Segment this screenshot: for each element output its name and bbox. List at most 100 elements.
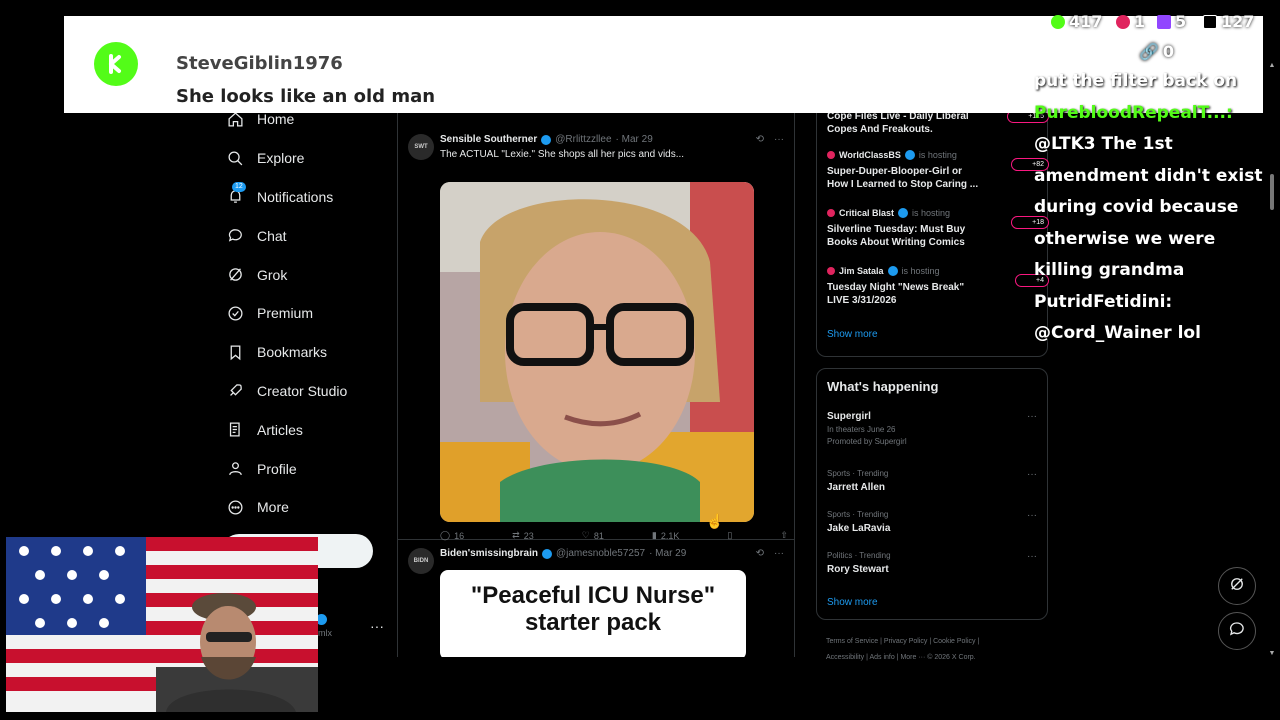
tweet-author-handle[interactable]: @Rrlittzzllee	[555, 134, 611, 145]
nav-chat[interactable]: Chat	[220, 216, 390, 255]
trends-show-more-link[interactable]: Show more	[827, 597, 878, 608]
x-sidebar: Home Explore 12 Notifications Chat Grok …	[220, 100, 390, 527]
bookmark-icon	[226, 343, 244, 361]
live-spaces-panel: Cope Files Live - Daily Liberal Copes An…	[816, 96, 1049, 357]
chat-message: @Cord_Wainer lol	[1034, 323, 1201, 343]
heart-icon: ♡	[581, 530, 590, 540]
host-avatar	[827, 267, 835, 275]
more-icon[interactable]: ···	[1027, 510, 1037, 521]
tweet-date[interactable]: · Mar 29	[616, 134, 653, 145]
twitch-viewer-count: 5	[1157, 12, 1186, 31]
more-icon[interactable]: ···	[1027, 469, 1037, 480]
nav-bookmarks[interactable]: Bookmarks	[220, 333, 390, 372]
space-host: Critical Blast is hosting	[827, 208, 1037, 218]
trend-category: Politics · Trending	[827, 551, 891, 560]
nav-label: Home	[257, 111, 295, 128]
trend-category: Sports · Trending	[827, 469, 889, 478]
views-button[interactable]: ▮ 2.1K	[652, 530, 679, 541]
nav-label: Chat	[257, 227, 287, 244]
nav-label: Articles	[257, 421, 303, 438]
trend-item[interactable]: Sports · Trending Jarrett Allen ···	[827, 469, 1037, 493]
nav-articles[interactable]: Articles	[220, 410, 390, 449]
more-icon[interactable]: ···	[1027, 551, 1037, 562]
nav-creator-studio[interactable]: Creator Studio	[220, 372, 390, 411]
more-icon[interactable]: ···	[774, 134, 784, 145]
search-icon	[226, 149, 244, 167]
person-icon	[226, 460, 244, 478]
verified-icon	[541, 548, 552, 559]
grok-icon[interactable]: ⟲	[756, 548, 764, 559]
trend-name: Rory Stewart	[827, 564, 889, 575]
nav-more[interactable]: More	[220, 488, 390, 527]
space-item[interactable]: Jim Satala is hosting Tuesday Night "News…	[827, 266, 1049, 307]
grok-icon	[1228, 575, 1246, 598]
tweet-date[interactable]: · Mar 29	[649, 548, 686, 559]
nav-explore[interactable]: Explore	[220, 139, 390, 178]
tweet-photo[interactable]	[440, 182, 754, 522]
nav-profile[interactable]: Profile	[220, 449, 390, 488]
tweet-header: Biden'smissingbrain @jamesnoble57257 · M…	[440, 548, 686, 559]
reply-button[interactable]: ◯ 16	[440, 530, 464, 541]
chat-message: @LTK3 The 1st amendment didn't exist dur…	[1034, 134, 1263, 280]
share-button[interactable]: ⇧	[780, 530, 788, 541]
rocket-icon	[226, 382, 244, 400]
link-count: 🔗 0	[1139, 42, 1175, 61]
tweet[interactable]: SWT Sensible Southerner @Rrlittzzllee · …	[398, 124, 794, 541]
nav-grok[interactable]: Grok	[220, 255, 390, 294]
tweet-image-card[interactable]: "Peaceful ICU Nurse" starter pack	[440, 570, 746, 657]
space-item[interactable]: Cope Files Live - Daily Liberal Copes An…	[827, 110, 1049, 136]
nav-label: Explore	[257, 150, 305, 167]
more-icon[interactable]: ···	[774, 548, 784, 559]
scrollbar-thumb[interactable]	[1270, 174, 1274, 210]
trend-subtitle: In theaters June 26	[827, 425, 896, 434]
kick-logo-icon	[94, 42, 138, 86]
trend-item[interactable]: Sports · Trending Jake LaRavia ···	[827, 510, 1037, 534]
tweet-author-handle[interactable]: @jamesnoble57257	[556, 548, 645, 559]
nav-label: More	[257, 499, 289, 516]
rumble-viewer-count: 1	[1116, 12, 1145, 31]
avatar[interactable]: BIDN	[408, 548, 434, 574]
bookmark-button[interactable]: ▯	[727, 530, 732, 541]
space-item[interactable]: Critical Blast is hosting Silverline Tues…	[827, 208, 1049, 249]
link-icon: 🔗	[1139, 42, 1159, 61]
viewer-counts: 417 1 5 127 🔗 0	[1023, 10, 1263, 70]
tweet-author-name[interactable]: Sensible Southerner	[440, 134, 537, 145]
avatar[interactable]: SWT	[408, 134, 434, 160]
tweet-text: The ACTUAL "Lexie." She shops all her pi…	[440, 149, 685, 160]
nav-premium[interactable]: Premium	[220, 294, 390, 333]
account-handle: mlx	[318, 628, 332, 638]
grok-icon[interactable]: ⟲	[756, 134, 764, 145]
like-button[interactable]: ♡ 81	[582, 530, 604, 541]
stream-chat-overlay: put the filter back on PurebloodRepealT.…	[1034, 66, 1270, 350]
tweet-tools: ⟲ ···	[756, 134, 784, 145]
grok-float-button[interactable]	[1218, 567, 1256, 605]
trend-item[interactable]: Politics · Trending Rory Stewart ···	[827, 551, 1037, 575]
whats-happening-panel: What's happening Supergirl In theaters J…	[816, 368, 1048, 620]
streamer-webcam	[6, 537, 318, 712]
more-icon[interactable]: ···	[1027, 411, 1037, 422]
space-title: Tuesday Night "News Break" LIVE 3/31/202…	[827, 282, 965, 306]
space-item[interactable]: WorldClassBS is hosting Super-Duper-Bloop…	[827, 150, 1049, 191]
grok-icon	[226, 266, 244, 284]
repost-count: 23	[523, 530, 534, 541]
reply-count: 16	[454, 530, 465, 541]
rumble-icon	[1116, 14, 1130, 29]
chart-icon: ▮	[651, 530, 657, 540]
scroll-down-icon[interactable]: ▼	[1268, 650, 1276, 658]
premium-icon	[226, 304, 244, 322]
trend-item[interactable]: Supergirl In theaters June 26 Promoted b…	[827, 411, 1037, 446]
footer-line[interactable]: Accessibility | Ads info | More ··· © 20…	[826, 650, 1046, 666]
view-count: 2.1K	[660, 530, 680, 541]
tweet[interactable]: BIDN Biden'smissingbrain @jamesnoble5725…	[398, 542, 794, 657]
notification-badge: 12	[232, 181, 246, 192]
nav-notifications[interactable]: 12 Notifications	[220, 178, 390, 217]
trend-name: Supergirl	[827, 411, 871, 422]
spaces-show-more-link[interactable]: Show more	[827, 329, 878, 340]
messages-float-button[interactable]	[1218, 612, 1256, 650]
chat-username: PurebloodRepealT...:	[1034, 102, 1233, 123]
account-menu-button[interactable]: ···	[370, 618, 384, 634]
repost-button[interactable]: ⇄ 23	[512, 530, 534, 541]
promoted-label: Promoted by Supergirl	[827, 437, 907, 446]
tweet-author-name[interactable]: Biden'smissingbrain	[440, 548, 538, 559]
footer-line[interactable]: Terms of Service | Privacy Policy | Cook…	[826, 634, 1046, 650]
